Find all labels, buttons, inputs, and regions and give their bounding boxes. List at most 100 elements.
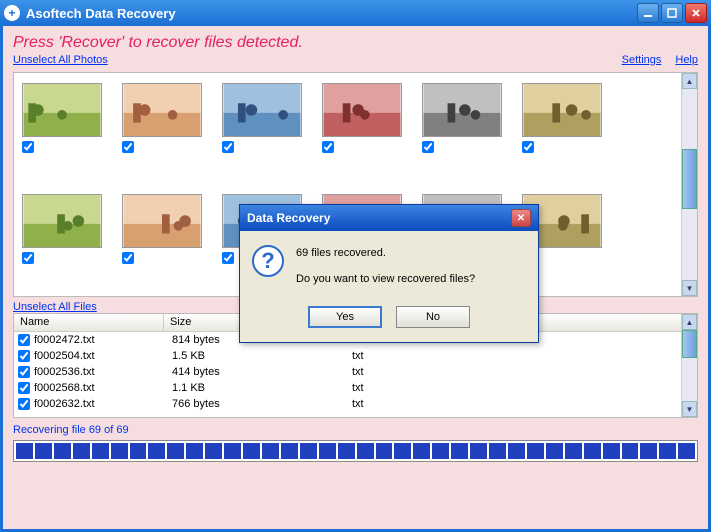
file-checkbox[interactable] (18, 398, 30, 410)
dialog-close-button[interactable]: ✕ (511, 209, 531, 227)
yes-button[interactable]: Yes (308, 306, 382, 328)
progress-segment (357, 443, 374, 459)
no-button[interactable]: No (396, 306, 470, 328)
photo-thumbnail[interactable] (522, 83, 602, 176)
progress-segment (394, 443, 411, 459)
dialog: Data Recovery ✕ ? 69 files recovered. Do… (239, 204, 539, 343)
progress-segment (148, 443, 165, 459)
status-text: Recovering file 69 of 69 (13, 424, 698, 436)
photo-checkbox[interactable] (422, 141, 434, 153)
help-link[interactable]: Help (675, 54, 698, 66)
unselect-photos-link[interactable]: Unselect All Photos (13, 54, 108, 66)
file-checkbox[interactable] (18, 382, 30, 394)
progress-bar (13, 440, 698, 462)
photo-scrollbar[interactable]: ▲ ▼ (681, 73, 697, 296)
photo-thumbnail[interactable] (122, 194, 202, 287)
file-size: 1.5 KB (172, 350, 352, 362)
photo-checkbox[interactable] (22, 252, 34, 264)
progress-segment (470, 443, 487, 459)
thumbnail-image[interactable] (22, 194, 102, 248)
progress-segment (186, 443, 203, 459)
photo-checkbox[interactable] (522, 141, 534, 153)
minimize-button[interactable] (637, 3, 659, 23)
progress-segment (432, 443, 449, 459)
progress-segment (111, 443, 128, 459)
photo-checkbox[interactable] (322, 141, 334, 153)
file-name: f0002536.txt (34, 366, 172, 378)
photo-thumbnail[interactable] (22, 194, 102, 287)
file-extension: txt (352, 350, 697, 362)
col-header-name[interactable]: Name (14, 314, 164, 331)
photo-checkbox[interactable] (22, 141, 34, 153)
photo-thumbnail[interactable] (322, 83, 402, 176)
photo-thumbnail[interactable] (422, 83, 502, 176)
thumbnail-image[interactable] (122, 83, 202, 137)
file-checkbox[interactable] (18, 350, 30, 362)
file-row[interactable]: f0002504.txt1.5 KBtxt (14, 348, 697, 364)
progress-segment (451, 443, 468, 459)
scroll-thumb[interactable] (682, 330, 697, 358)
thumbnail-image[interactable] (422, 83, 502, 137)
scroll-up-arrow[interactable]: ▲ (682, 73, 697, 89)
close-button[interactable] (685, 3, 707, 23)
file-row[interactable]: f0002632.txt766 bytestxt (14, 396, 697, 412)
progress-segment (167, 443, 184, 459)
progress-segment (205, 443, 222, 459)
progress-segment (243, 443, 260, 459)
file-row[interactable]: f0002536.txt414 bytestxt (14, 364, 697, 380)
dialog-title-text: Data Recovery (247, 211, 330, 225)
progress-segment (300, 443, 317, 459)
settings-link[interactable]: Settings (622, 54, 662, 66)
dialog-buttons: Yes No (240, 300, 538, 342)
scroll-up-arrow[interactable]: ▲ (682, 314, 697, 330)
thumbnail-image[interactable] (522, 83, 602, 137)
photo-thumbnail[interactable] (122, 83, 202, 176)
progress-segment (489, 443, 506, 459)
file-name: f0002568.txt (34, 382, 172, 394)
file-rows: f0002472.txt814 bytestxtf0002504.txt1.5 … (14, 332, 697, 412)
file-checkbox[interactable] (18, 334, 30, 346)
top-links: Unselect All Photos Settings Help (13, 54, 698, 66)
scroll-down-arrow[interactable]: ▼ (682, 280, 697, 296)
progress-segment (16, 443, 33, 459)
file-name: f0002472.txt (34, 334, 172, 346)
thumbnail-image[interactable] (322, 83, 402, 137)
scroll-thumb[interactable] (682, 149, 697, 209)
progress-segment (54, 443, 71, 459)
question-icon: ? (252, 245, 284, 277)
photo-checkbox[interactable] (222, 141, 234, 153)
progress-segment (281, 443, 298, 459)
file-size: 766 bytes (172, 398, 352, 410)
progress-segment (508, 443, 525, 459)
unselect-files-link[interactable]: Unselect All Files (13, 301, 97, 313)
progress-segment (678, 443, 695, 459)
progress-segment (546, 443, 563, 459)
photo-checkbox[interactable] (122, 252, 134, 264)
progress-segment (413, 443, 430, 459)
progress-segment (527, 443, 544, 459)
window-title: Asoftech Data Recovery (26, 6, 635, 21)
photo-thumbnail[interactable] (222, 83, 302, 176)
dialog-titlebar: Data Recovery ✕ (240, 205, 538, 231)
file-extension: txt (352, 398, 697, 410)
photo-thumbnail[interactable] (22, 83, 102, 176)
file-extension: txt (352, 366, 697, 378)
thumbnail-image[interactable] (22, 83, 102, 137)
progress-segment (73, 443, 90, 459)
maximize-button[interactable] (661, 3, 683, 23)
file-size: 1.1 KB (172, 382, 352, 394)
progress-segment (338, 443, 355, 459)
thumbnail-image[interactable] (222, 83, 302, 137)
titlebar: + Asoftech Data Recovery (0, 0, 711, 26)
dialog-line2: Do you want to view recovered files? (296, 271, 475, 289)
file-checkbox[interactable] (18, 366, 30, 378)
thumbnail-image[interactable] (122, 194, 202, 248)
scroll-down-arrow[interactable]: ▼ (682, 401, 697, 417)
progress-segment (319, 443, 336, 459)
file-size: 414 bytes (172, 366, 352, 378)
photo-checkbox[interactable] (222, 252, 234, 264)
file-row[interactable]: f0002568.txt1.1 KBtxt (14, 380, 697, 396)
file-name: f0002632.txt (34, 398, 172, 410)
file-scrollbar[interactable]: ▲ ▼ (681, 314, 697, 417)
photo-checkbox[interactable] (122, 141, 134, 153)
